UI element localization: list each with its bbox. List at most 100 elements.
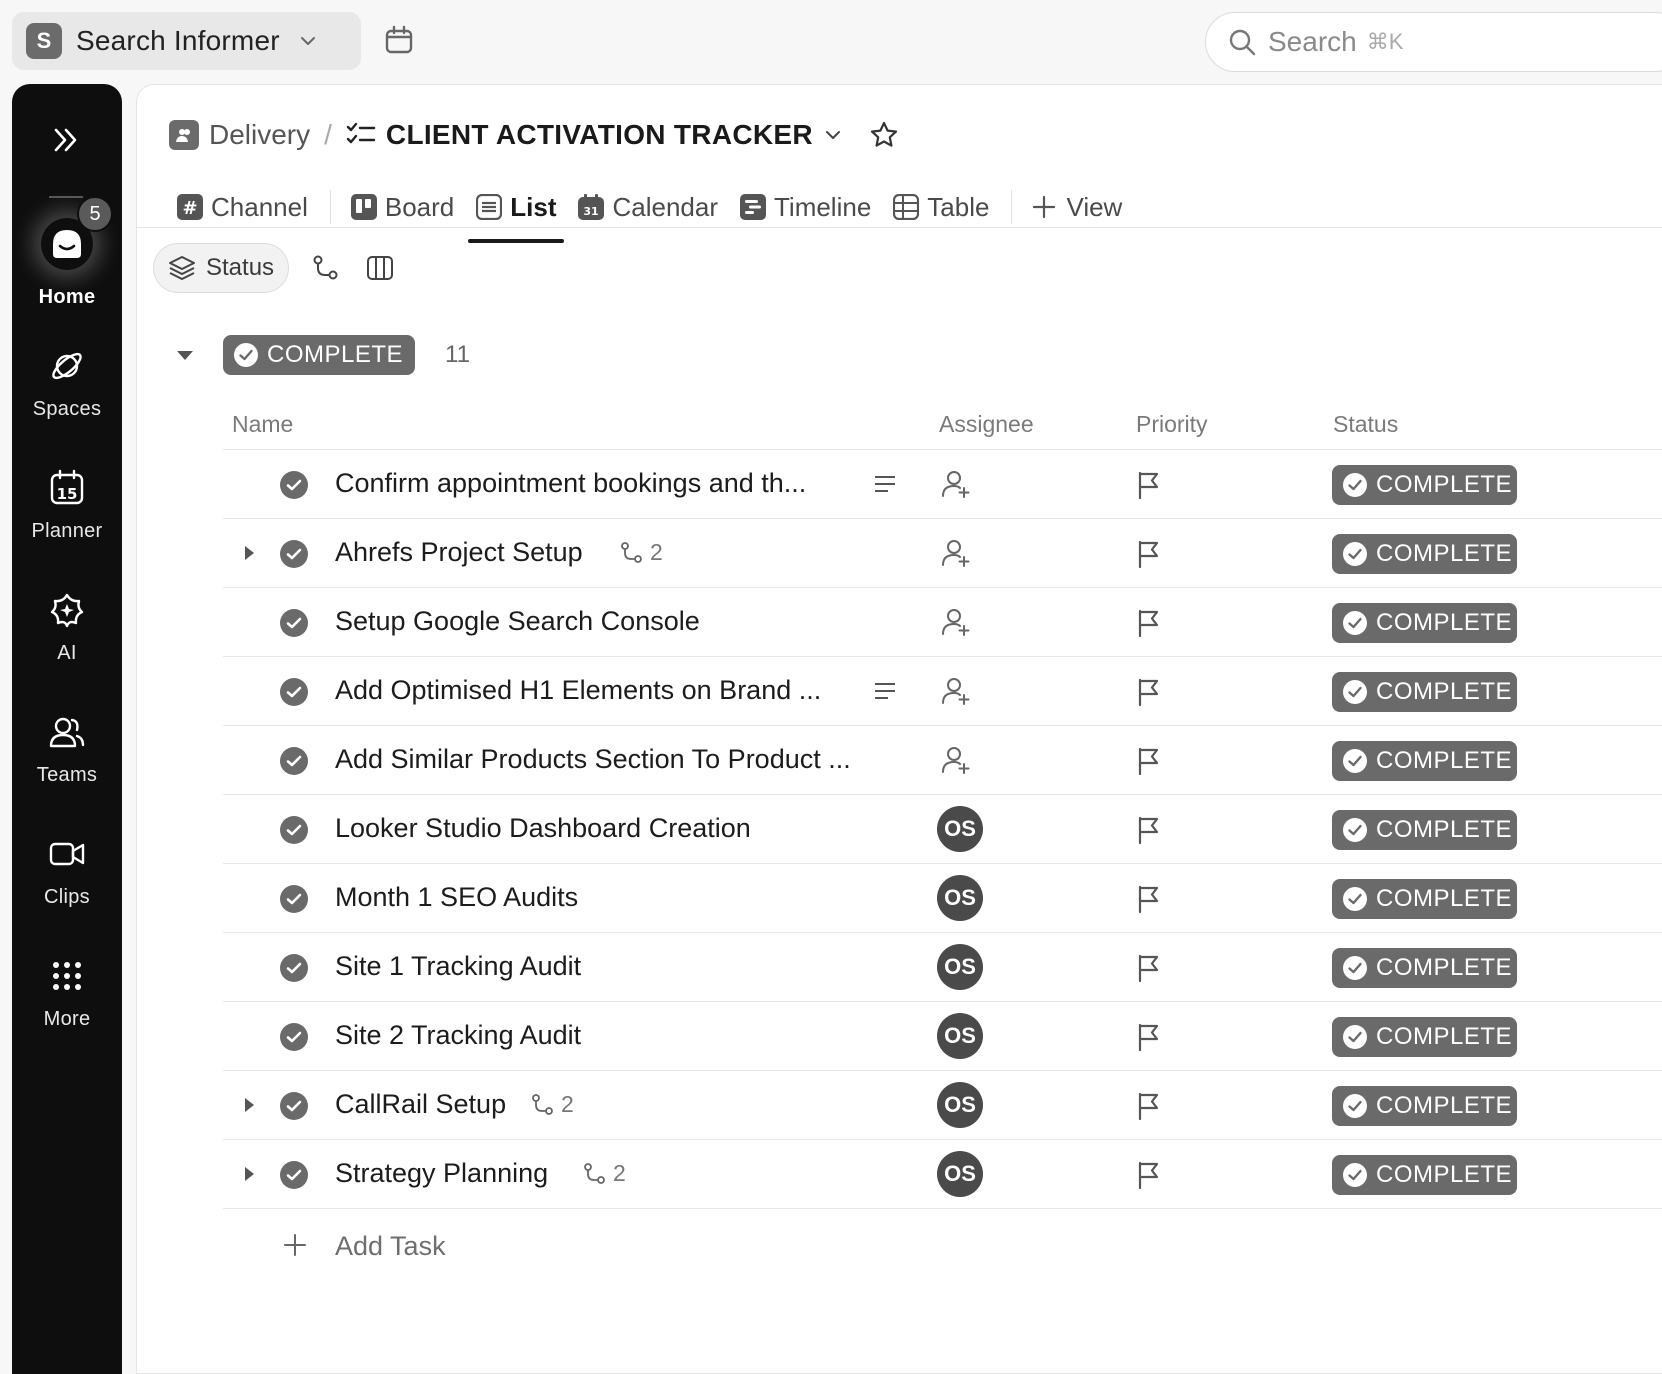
task-check-icon[interactable] — [279, 677, 309, 707]
task-name[interactable]: Site 2 Tracking Audit — [335, 1020, 581, 1051]
task-check-icon[interactable] — [279, 1160, 309, 1190]
search-input[interactable]: Search ⌘K — [1205, 12, 1662, 72]
status-badge[interactable]: COMPLETE — [1332, 672, 1517, 712]
status-badge[interactable]: COMPLETE — [1332, 465, 1517, 505]
task-name[interactable]: Setup Google Search Console — [335, 606, 700, 637]
task-check-icon[interactable] — [279, 470, 309, 500]
priority-flag-icon[interactable] — [1135, 470, 1163, 500]
task-name[interactable]: Site 1 Tracking Audit — [335, 951, 581, 982]
table-row[interactable]: Strategy Planning 2 OS COMPLETE — [223, 1139, 1662, 1208]
subtasks-toggle-icon[interactable] — [309, 251, 343, 285]
status-badge[interactable]: COMPLETE — [1332, 948, 1517, 988]
sidebar-item-ai[interactable]: AI — [12, 590, 122, 665]
add-assignee-icon[interactable] — [941, 676, 971, 706]
priority-flag-icon[interactable] — [1135, 1091, 1163, 1121]
table-row[interactable]: Month 1 SEO Audits OS COMPLETE — [223, 863, 1662, 932]
star-icon[interactable] — [869, 120, 899, 150]
avatar[interactable]: OS — [937, 944, 983, 990]
add-task-button[interactable]: Add Task — [223, 1208, 1662, 1282]
priority-flag-icon[interactable] — [1135, 1160, 1163, 1190]
task-check-icon[interactable] — [279, 953, 309, 983]
priority-flag-icon[interactable] — [1135, 815, 1163, 845]
expand-sidebar-icon[interactable] — [50, 124, 82, 156]
priority-flag-icon[interactable] — [1135, 1022, 1163, 1052]
status-badge[interactable]: COMPLETE — [1332, 1086, 1517, 1126]
add-view-button[interactable]: View — [1024, 175, 1130, 239]
avatar[interactable]: OS — [937, 1013, 983, 1059]
table-row[interactable]: Add Optimised H1 Elements on Brand ... C… — [223, 656, 1662, 725]
priority-flag-icon[interactable] — [1135, 539, 1163, 569]
table-row[interactable]: Confirm appointment bookings and th... C… — [223, 449, 1662, 518]
task-check-icon[interactable] — [279, 1022, 309, 1052]
calendar-icon[interactable] — [383, 24, 417, 58]
task-name[interactable]: Add Similar Products Section To Product … — [335, 744, 851, 775]
status-badge[interactable]: COMPLETE — [1332, 1017, 1517, 1057]
task-name[interactable]: Strategy Planning — [335, 1158, 548, 1189]
task-check-icon[interactable] — [279, 1091, 309, 1121]
subtask-count[interactable]: 2 — [531, 1091, 574, 1118]
tab-timeline[interactable]: Timeline — [732, 175, 879, 239]
table-row[interactable]: CallRail Setup 2 OS COMPLETE — [223, 1070, 1662, 1139]
column-header-status[interactable]: Status — [1333, 411, 1398, 438]
collapse-triangle-icon[interactable] — [175, 345, 195, 365]
sidebar-item-home[interactable]: 5 Home — [12, 196, 122, 309]
priority-flag-icon[interactable] — [1135, 953, 1163, 983]
tab-board[interactable]: Board — [343, 175, 462, 239]
subtask-count[interactable]: 2 — [620, 539, 663, 566]
tab-list[interactable]: List — [468, 175, 565, 243]
subtask-count[interactable]: 2 — [583, 1160, 626, 1187]
avatar[interactable]: OS — [937, 875, 983, 921]
expand-subtasks-icon[interactable] — [239, 1164, 259, 1184]
expand-subtasks-icon[interactable] — [239, 1095, 259, 1115]
add-assignee-icon[interactable] — [941, 538, 971, 568]
avatar[interactable]: OS — [937, 806, 983, 852]
expand-subtasks-icon[interactable] — [239, 543, 259, 563]
task-check-icon[interactable] — [279, 608, 309, 638]
column-header-name[interactable]: Name — [232, 411, 293, 438]
avatar[interactable]: OS — [937, 1082, 983, 1128]
status-badge[interactable]: COMPLETE — [1332, 534, 1517, 574]
priority-flag-icon[interactable] — [1135, 677, 1163, 707]
table-row[interactable]: Looker Studio Dashboard Creation OS COMP… — [223, 794, 1662, 863]
status-badge[interactable]: COMPLETE — [1332, 741, 1517, 781]
task-check-icon[interactable] — [279, 539, 309, 569]
priority-flag-icon[interactable] — [1135, 884, 1163, 914]
table-row[interactable]: Add Similar Products Section To Product … — [223, 725, 1662, 794]
priority-flag-icon[interactable] — [1135, 608, 1163, 638]
sidebar-item-planner[interactable]: 15 Planner — [12, 468, 122, 543]
task-check-icon[interactable] — [279, 746, 309, 776]
columns-icon[interactable] — [363, 251, 397, 285]
table-row[interactable]: Site 1 Tracking Audit OS COMPLETE — [223, 932, 1662, 1001]
chevron-down-icon[interactable] — [823, 125, 843, 145]
status-badge[interactable]: COMPLETE — [1332, 879, 1517, 919]
sidebar-item-teams[interactable]: Teams — [12, 712, 122, 787]
task-name[interactable]: Ahrefs Project Setup — [335, 537, 583, 568]
task-check-icon[interactable] — [279, 884, 309, 914]
column-header-assignee[interactable]: Assignee — [939, 411, 1034, 438]
column-header-priority[interactable]: Priority — [1136, 411, 1208, 438]
task-name[interactable]: Looker Studio Dashboard Creation — [335, 813, 751, 844]
task-name[interactable]: Add Optimised H1 Elements on Brand ... — [335, 675, 821, 706]
list-title[interactable]: CLIENT ACTIVATION TRACKER — [386, 119, 813, 151]
tab-table[interactable]: Table — [885, 175, 997, 239]
breadcrumb-space[interactable]: Delivery — [209, 119, 310, 151]
task-check-icon[interactable] — [279, 815, 309, 845]
add-assignee-icon[interactable] — [941, 745, 971, 775]
status-badge[interactable]: COMPLETE — [1332, 603, 1517, 643]
task-name[interactable]: CallRail Setup — [335, 1089, 506, 1120]
add-assignee-icon[interactable] — [941, 469, 971, 499]
tab-channel[interactable]: # Channel — [169, 175, 316, 239]
status-badge[interactable]: COMPLETE — [1332, 810, 1517, 850]
group-by-status-button[interactable]: Status — [153, 243, 290, 293]
sidebar-item-spaces[interactable]: Spaces — [12, 346, 122, 421]
table-row[interactable]: Site 2 Tracking Audit OS COMPLETE — [223, 1001, 1662, 1070]
priority-flag-icon[interactable] — [1135, 746, 1163, 776]
task-name[interactable]: Month 1 SEO Audits — [335, 882, 578, 913]
sidebar-item-clips[interactable]: Clips — [12, 834, 122, 909]
task-name[interactable]: Confirm appointment bookings and th... — [335, 468, 806, 499]
status-badge[interactable]: COMPLETE — [1332, 1155, 1517, 1195]
add-assignee-icon[interactable] — [941, 607, 971, 637]
table-row[interactable]: Ahrefs Project Setup 2 COMPLETE — [223, 518, 1662, 587]
sidebar-item-more[interactable]: More — [12, 956, 122, 1031]
tab-calendar[interactable]: 31 Calendar — [570, 175, 726, 239]
